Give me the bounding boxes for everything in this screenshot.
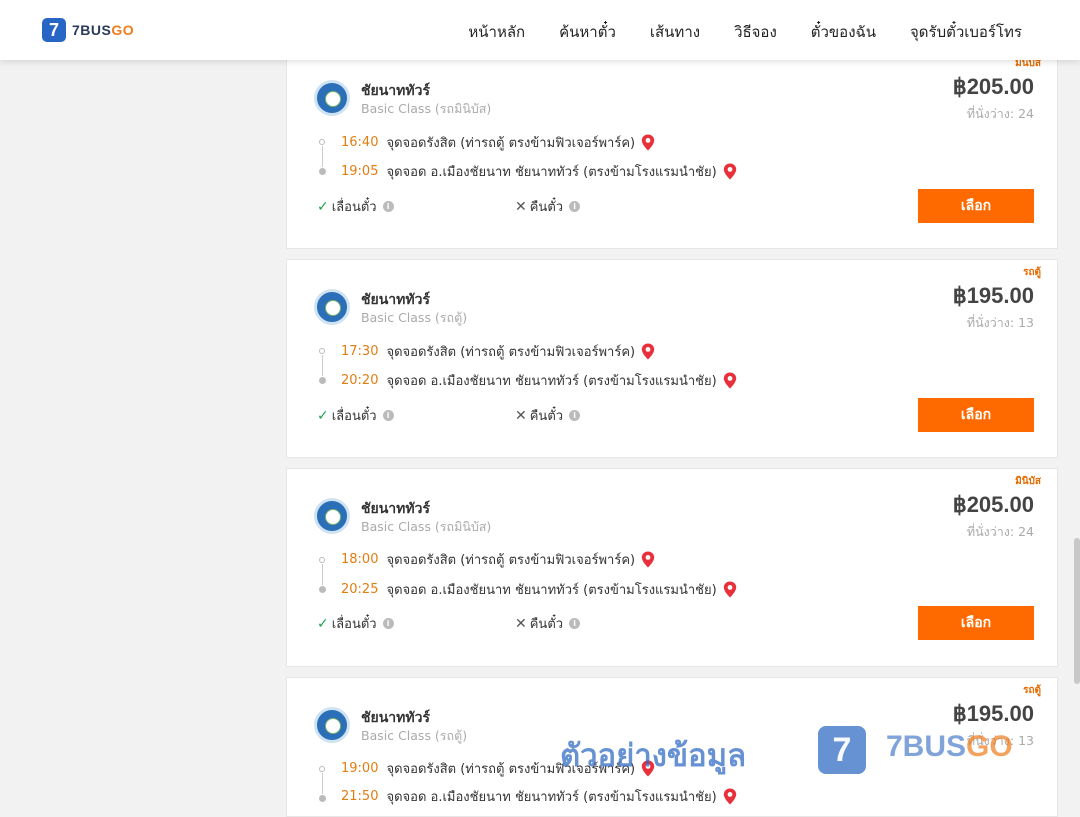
top-navigation-bar: 7 7BUSGO หน้าหลัก ค้นหาตั๋ว เส้นทาง วิธี… xyxy=(0,0,1080,60)
sample-data-watermark: ตัวอย่างข้อมูล xyxy=(560,738,747,774)
arrival-stop-name: จุดจอด อ.เมืองชัยนาท ชัยนาททัวร์ (ตรงข้า… xyxy=(386,790,717,805)
route-timeline xyxy=(319,766,326,802)
arrival-stop: 20:25 จุดจอด อ.เมืองชัยนาท ชัยนาททัวร์ (… xyxy=(341,579,737,600)
vehicle-type-badge: รถตู้ xyxy=(1023,267,1041,278)
check-icon: ✓ xyxy=(317,198,329,215)
seats-available: ที่นั่งว่าง: 13 xyxy=(966,315,1034,330)
select-trip-button[interactable]: เลือก xyxy=(918,189,1034,223)
departure-time: 18:00 xyxy=(341,552,379,567)
reschedule-feature: ✓ เลื่อนตั๋ว i xyxy=(317,196,394,217)
main-nav: หน้าหลัก ค้นหาตั๋ว เส้นทาง วิธีจอง ตั๋วข… xyxy=(468,20,1022,44)
operator-logo-icon xyxy=(314,289,350,325)
route-timeline xyxy=(319,139,326,175)
info-icon[interactable]: i xyxy=(569,618,581,629)
info-icon[interactable]: i xyxy=(569,201,581,212)
arrival-stop: 19:05 จุดจอด อ.เมืองชัยนาท ชัยนาททัวร์ (… xyxy=(341,161,737,182)
refund-feature: ✕ คืนตั๋ว i xyxy=(515,196,581,217)
ticket-price: ฿205.00 xyxy=(952,74,1034,99)
page-scrollbar[interactable] xyxy=(1074,538,1080,684)
service-class: Basic Class (รถมินิบัส) xyxy=(361,519,492,534)
departure-stop-name: จุดจอดรังสิต (ท่ารถตู้ ตรงข้ามฟิวเจอร์พา… xyxy=(386,553,636,568)
departure-stop: 18:00 จุดจอดรังสิต (ท่ารถตู้ ตรงข้ามฟิวเ… xyxy=(341,549,655,570)
map-pin-icon[interactable] xyxy=(723,581,737,598)
arrival-stop: 21:50 จุดจอด อ.เมืองชัยนาท ชัยนาททัวร์ (… xyxy=(341,786,737,807)
nav-routes[interactable]: เส้นทาง xyxy=(650,20,700,44)
map-pin-icon[interactable] xyxy=(641,551,655,568)
logo-icon: 7 xyxy=(42,18,66,42)
map-pin-icon[interactable] xyxy=(641,134,655,151)
arrival-stop: 20:20 จุดจอด อ.เมืองชัยนาท ชัยนาททัวร์ (… xyxy=(341,370,737,391)
map-pin-icon[interactable] xyxy=(641,343,655,360)
ticket-price: ฿205.00 xyxy=(952,492,1034,517)
info-icon[interactable]: i xyxy=(382,618,394,629)
arrival-stop-name: จุดจอด อ.เมืองชัยนาท ชัยนาททัวร์ (ตรงข้า… xyxy=(386,583,717,598)
service-class: Basic Class (รถตู้) xyxy=(361,728,468,743)
vehicle-type-badge: มินิบัส xyxy=(1015,476,1041,487)
cross-icon: ✕ xyxy=(515,198,527,215)
departure-stop-name: จุดจอดรังสิต (ท่ารถตู้ ตรงข้ามฟิวเจอร์พา… xyxy=(386,345,636,360)
nav-home[interactable]: หน้าหลัก xyxy=(468,20,525,44)
map-pin-icon[interactable] xyxy=(723,372,737,389)
reschedule-feature: ✓ เลื่อนตั๋ว i xyxy=(317,613,394,634)
nav-search-tickets[interactable]: ค้นหาตั๋ว xyxy=(559,20,616,44)
nav-how-to-book[interactable]: วิธีจอง xyxy=(734,20,777,44)
vehicle-type-badge: รถตู้ xyxy=(1023,685,1041,696)
departure-stop-name: จุดจอดรังสิต (ท่ารถตู้ ตรงข้ามฟิวเจอร์พา… xyxy=(386,136,636,151)
route-timeline xyxy=(319,348,326,384)
select-trip-button[interactable]: เลือก xyxy=(918,398,1034,432)
watermark-logo-icon: 7 xyxy=(818,726,866,774)
arrival-time: 19:05 xyxy=(341,164,379,179)
route-timeline xyxy=(319,557,326,593)
check-icon: ✓ xyxy=(317,407,329,424)
refund-feature: ✕ คืนตั๋ว i xyxy=(515,405,581,426)
arrival-time: 20:20 xyxy=(341,373,379,388)
ticket-price: ฿195.00 xyxy=(952,701,1034,726)
select-trip-button[interactable]: เลือก xyxy=(918,606,1034,640)
trip-card: มินิบัส ชัยนาททัวร์ Basic Class (รถมินิบ… xyxy=(286,468,1058,667)
departure-time: 19:00 xyxy=(341,761,379,776)
map-pin-icon[interactable] xyxy=(723,788,737,805)
cross-icon: ✕ xyxy=(515,407,527,424)
map-pin-icon[interactable] xyxy=(723,163,737,180)
ticket-price: ฿195.00 xyxy=(952,283,1034,308)
trip-card: มินิบัส ชัยนาททัวร์ Basic Class (รถมินิบ… xyxy=(286,50,1058,249)
service-class: Basic Class (รถตู้) xyxy=(361,310,468,325)
cross-icon: ✕ xyxy=(515,615,527,632)
check-icon: ✓ xyxy=(317,615,329,632)
info-icon[interactable]: i xyxy=(382,410,394,421)
info-icon[interactable]: i xyxy=(382,201,394,212)
nav-ticket-pickup-phone[interactable]: จุดรับตั๋วเบอร์โทร xyxy=(910,20,1022,44)
seats-available: ที่นั่งว่าง: 24 xyxy=(966,524,1034,539)
trip-card: รถตู้ ชัยนาททัวร์ Basic Class (รถตู้) ฿1… xyxy=(286,259,1058,458)
departure-stop: 17:30 จุดจอดรังสิต (ท่ารถตู้ ตรงข้ามฟิวเ… xyxy=(341,341,655,362)
site-logo[interactable]: 7 7BUSGO xyxy=(42,18,134,42)
arrival-stop-name: จุดจอด อ.เมืองชัยนาท ชัยนาททัวร์ (ตรงข้า… xyxy=(386,374,717,389)
seats-available: ที่นั่งว่าง: 24 xyxy=(966,106,1034,121)
arrival-time: 20:25 xyxy=(341,582,379,597)
logo-text: 7BUSGO xyxy=(72,22,135,38)
arrival-stop-name: จุดจอด อ.เมืองชัยนาท ชัยนาททัวร์ (ตรงข้า… xyxy=(386,165,717,180)
service-class: Basic Class (รถมินิบัส) xyxy=(361,101,492,116)
operator-logo-icon xyxy=(314,707,350,743)
watermark-brand: 7BUSGO xyxy=(886,730,1013,763)
refund-feature: ✕ คืนตั๋ว i xyxy=(515,613,581,634)
nav-my-tickets[interactable]: ตั๋วของฉัน xyxy=(811,20,876,44)
operator-logo-icon xyxy=(314,80,350,116)
info-icon[interactable]: i xyxy=(569,410,581,421)
departure-time: 17:30 xyxy=(341,344,379,359)
operator-logo-icon xyxy=(314,498,350,534)
arrival-time: 21:50 xyxy=(341,789,379,804)
departure-stop: 16:40 จุดจอดรังสิต (ท่ารถตู้ ตรงข้ามฟิวเ… xyxy=(341,132,655,153)
departure-time: 16:40 xyxy=(341,135,379,150)
reschedule-feature: ✓ เลื่อนตั๋ว i xyxy=(317,405,394,426)
